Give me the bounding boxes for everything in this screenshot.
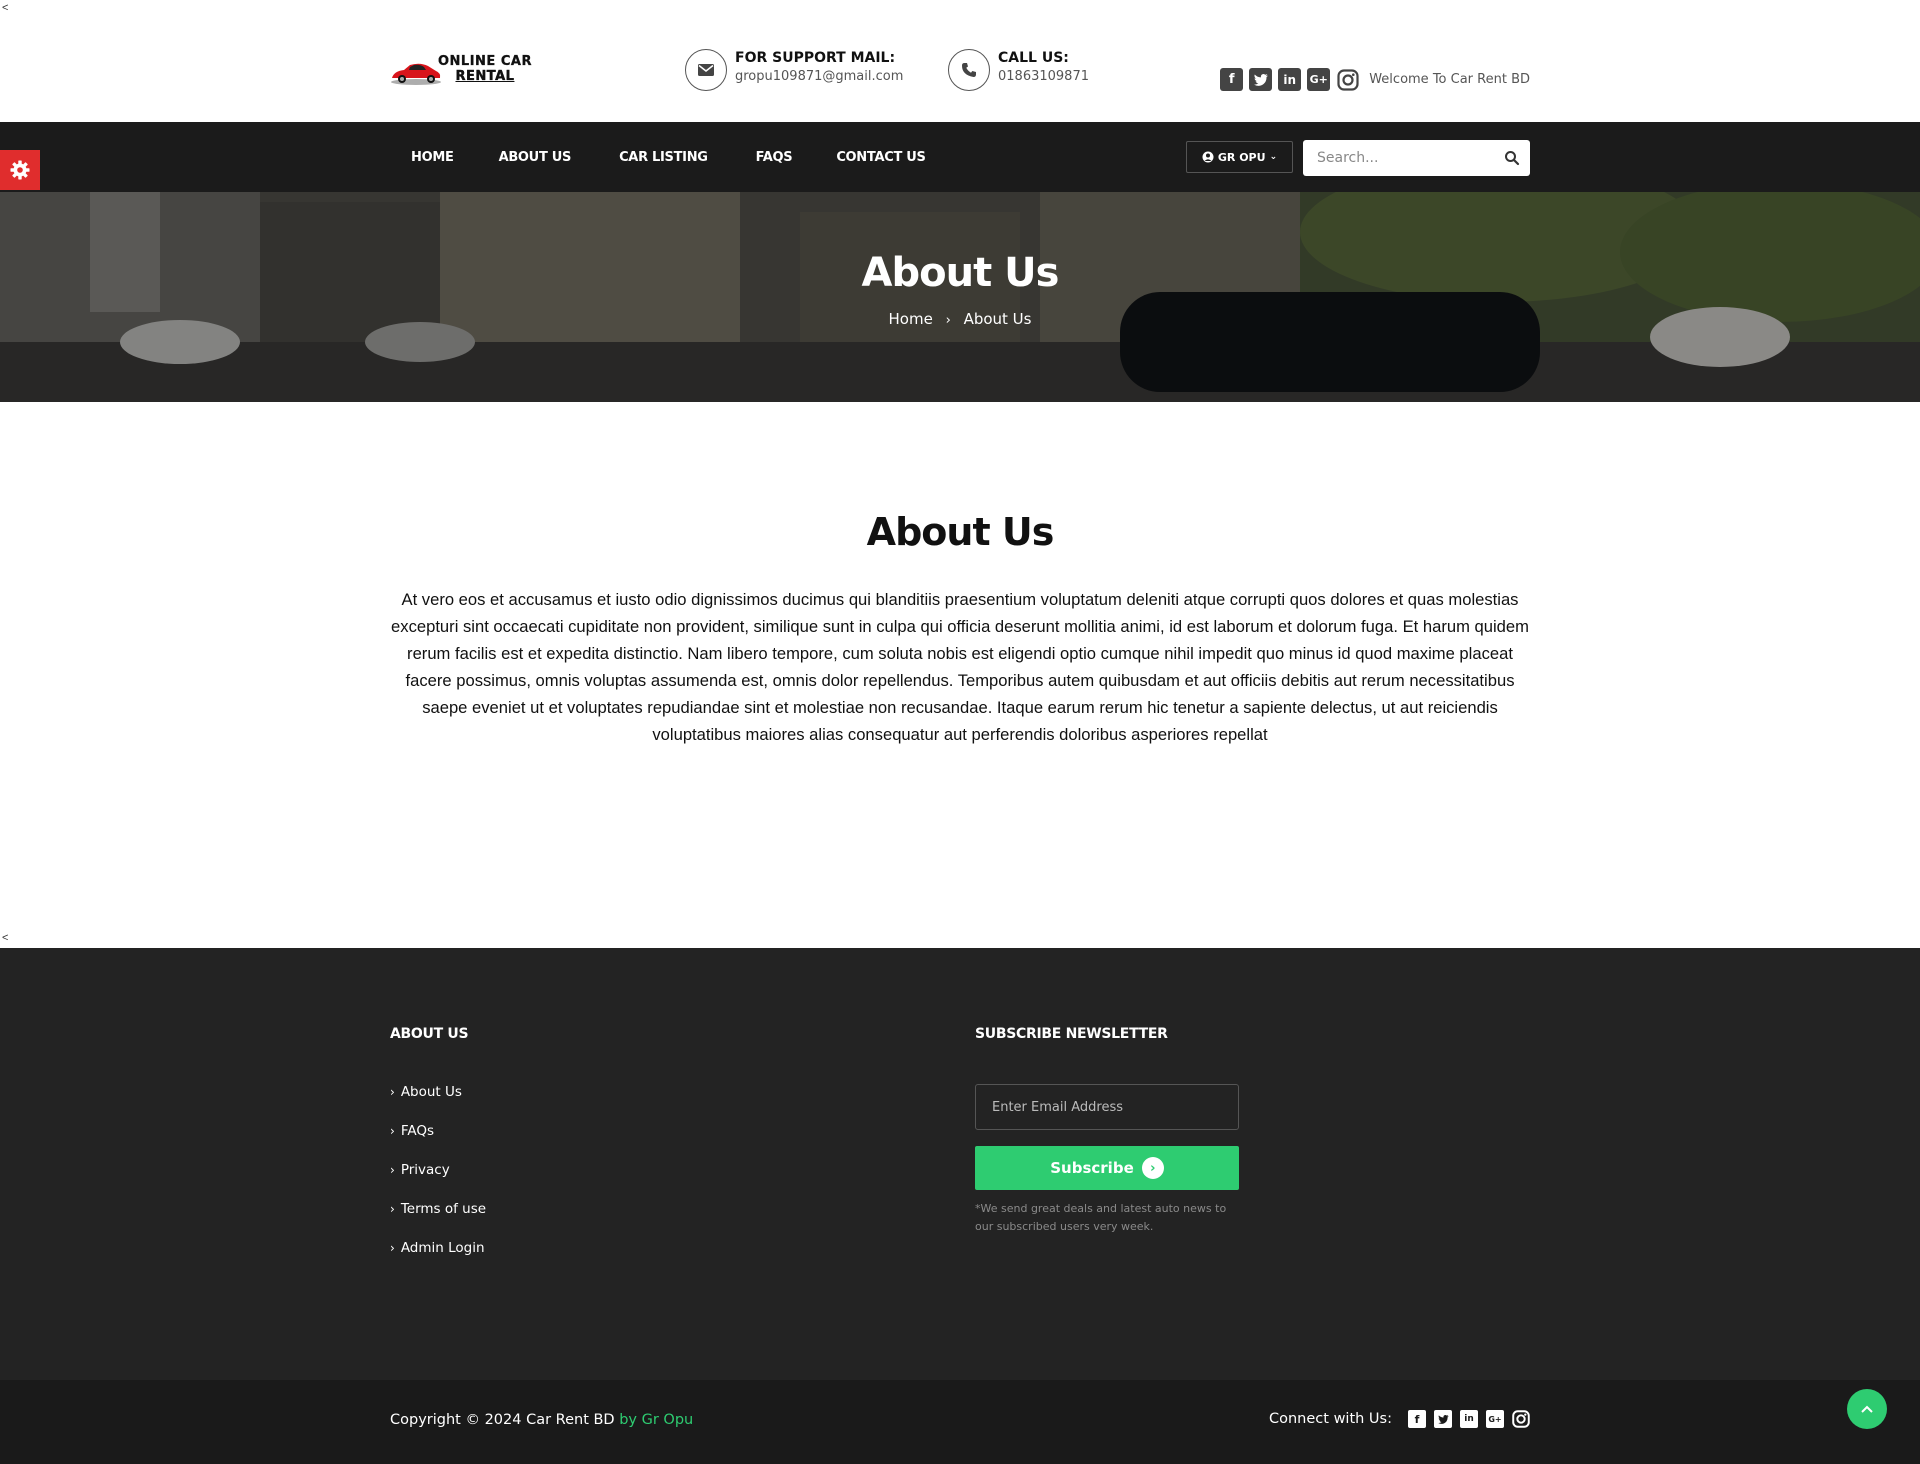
footer-link-label: About Us bbox=[400, 1084, 462, 1100]
stray-glyph-top: < bbox=[2, 2, 9, 14]
google-plus-icon[interactable]: G+ bbox=[1307, 68, 1331, 91]
banner-overlay bbox=[0, 192, 1920, 402]
user-icon bbox=[1202, 151, 1214, 163]
google-plus-icon[interactable]: G+ bbox=[1486, 1410, 1504, 1428]
newsletter-note: *We send great deals and latest auto new… bbox=[975, 1202, 1227, 1233]
search-box bbox=[1303, 140, 1530, 176]
about-title: About Us bbox=[866, 510, 1055, 554]
connect-label: Connect with Us: bbox=[1269, 1411, 1392, 1427]
subscribe-label: Subscribe bbox=[1050, 1159, 1134, 1177]
call-number[interactable]: 01863109871 bbox=[998, 69, 1089, 84]
footer-social-links: Connect with Us: f in G+ bbox=[1269, 1410, 1530, 1428]
facebook-icon[interactable]: f bbox=[1408, 1410, 1426, 1428]
site-header: ONLINE CAR RENTAL FOR SUPPORT MAIL: grop… bbox=[0, 18, 1920, 122]
user-name: GR OPU bbox=[1217, 150, 1266, 164]
call-label: CALL US: bbox=[998, 50, 1069, 66]
footer-link-about-us[interactable]: › About Us bbox=[390, 1084, 486, 1123]
newsletter-heading: SUBSCRIBE NEWSLETTER bbox=[975, 1026, 1168, 1042]
nav-menu: HOME ABOUT US CAR LISTING FAQS CONTACT U… bbox=[390, 122, 946, 192]
author-link[interactable]: by Gr Opu bbox=[619, 1412, 693, 1428]
footer-about-heading: ABOUT US bbox=[390, 1026, 469, 1042]
footer-links: › About Us › FAQs › Privacy › Terms of use ›… bbox=[390, 1084, 486, 1279]
logo-line-2: RENTAL bbox=[455, 69, 515, 84]
banner-title: About Us bbox=[861, 250, 1060, 296]
site-footer: ABOUT US › About Us › FAQs › Privacy › Terms… bbox=[0, 948, 1920, 1380]
footer-link-faqs[interactable]: › FAQs bbox=[390, 1123, 486, 1162]
footer-bottom-bar: Copyright © 2024 Car Rent BD by Gr Opu C… bbox=[0, 1380, 1920, 1464]
twitter-icon[interactable] bbox=[1249, 68, 1273, 91]
nav-item-contact-us[interactable]: CONTACT US bbox=[816, 150, 945, 165]
support-email[interactable]: gropu109871@gmail.com bbox=[735, 69, 903, 84]
subscribe-button[interactable]: Subscribe › bbox=[975, 1146, 1239, 1190]
main-nav: HOME ABOUT US CAR LISTING FAQS CONTACT U… bbox=[0, 122, 1920, 192]
nav-item-about-us[interactable]: ABOUT US bbox=[475, 150, 596, 165]
footer-link-label: Terms of use bbox=[400, 1201, 487, 1217]
site-logo[interactable]: ONLINE CAR RENTAL bbox=[390, 54, 540, 90]
chevron-right-icon: › bbox=[390, 1202, 395, 1216]
stray-glyph-bottom: < bbox=[2, 932, 9, 944]
page-banner: About Us Home › About Us bbox=[0, 192, 1920, 402]
breadcrumb: Home › About Us bbox=[0, 310, 1920, 328]
back-to-top-button[interactable] bbox=[1847, 1389, 1887, 1429]
settings-toggle-button[interactable] bbox=[0, 150, 40, 190]
facebook-icon[interactable]: f bbox=[1220, 68, 1244, 91]
chevron-right-icon: › bbox=[945, 313, 951, 328]
logo-text: ONLINE CAR RENTAL bbox=[438, 54, 532, 84]
newsletter-form: Subscribe › *We send great deals and lat… bbox=[975, 1084, 1239, 1236]
footer-link-privacy[interactable]: › Privacy bbox=[390, 1162, 486, 1201]
gear-icon bbox=[10, 160, 30, 180]
instagram-icon[interactable] bbox=[1512, 1410, 1530, 1428]
linkedin-icon[interactable]: in bbox=[1460, 1410, 1478, 1428]
instagram-icon[interactable] bbox=[1336, 68, 1360, 91]
chevron-right-icon: › bbox=[390, 1085, 395, 1099]
support-label: FOR SUPPORT MAIL: bbox=[735, 50, 896, 66]
nav-item-car-listing[interactable]: CAR LISTING bbox=[595, 150, 732, 165]
chevron-right-icon: › bbox=[390, 1163, 395, 1177]
welcome-text: Welcome To Car Rent BD bbox=[1369, 72, 1530, 87]
header-social-links: f in G+ Welcome To Car Rent BD bbox=[1220, 68, 1530, 91]
chevron-right-icon: › bbox=[390, 1241, 395, 1255]
about-text: At vero eos et accusamus et iusto odio d… bbox=[391, 590, 1529, 744]
arrow-right-icon: › bbox=[1141, 1157, 1164, 1179]
nav-item-faqs[interactable]: FAQS bbox=[732, 150, 817, 165]
user-dropdown-button[interactable]: GR OPU ⌄ bbox=[1186, 141, 1293, 173]
search-icon[interactable] bbox=[1504, 150, 1520, 166]
nav-item-home[interactable]: HOME bbox=[390, 150, 475, 165]
chevron-right-icon: › bbox=[390, 1124, 395, 1138]
car-logo-icon bbox=[391, 63, 441, 85]
search-input[interactable] bbox=[1303, 140, 1483, 176]
chevron-down-icon: ⌄ bbox=[1269, 152, 1278, 162]
logo-line-1: ONLINE CAR bbox=[438, 54, 532, 69]
footer-link-admin-login[interactable]: › Admin Login bbox=[390, 1240, 486, 1279]
footer-link-label: FAQs bbox=[400, 1123, 434, 1139]
breadcrumb-home[interactable]: Home bbox=[889, 310, 933, 328]
footer-link-label: Privacy bbox=[400, 1162, 450, 1178]
copyright: Copyright © 2024 Car Rent BD by Gr Opu bbox=[390, 1412, 693, 1428]
footer-link-terms[interactable]: › Terms of use bbox=[390, 1201, 486, 1240]
phone-icon bbox=[948, 49, 990, 91]
footer-link-label: Admin Login bbox=[400, 1240, 485, 1256]
twitter-icon[interactable] bbox=[1434, 1410, 1452, 1428]
breadcrumb-current: About Us bbox=[963, 310, 1032, 328]
chevron-up-icon bbox=[1861, 1405, 1873, 1413]
envelope-icon bbox=[685, 49, 727, 91]
copyright-text: Copyright © 2024 Car Rent BD bbox=[390, 1412, 615, 1428]
linkedin-icon[interactable]: in bbox=[1278, 68, 1302, 91]
newsletter-email-input[interactable] bbox=[975, 1084, 1239, 1130]
